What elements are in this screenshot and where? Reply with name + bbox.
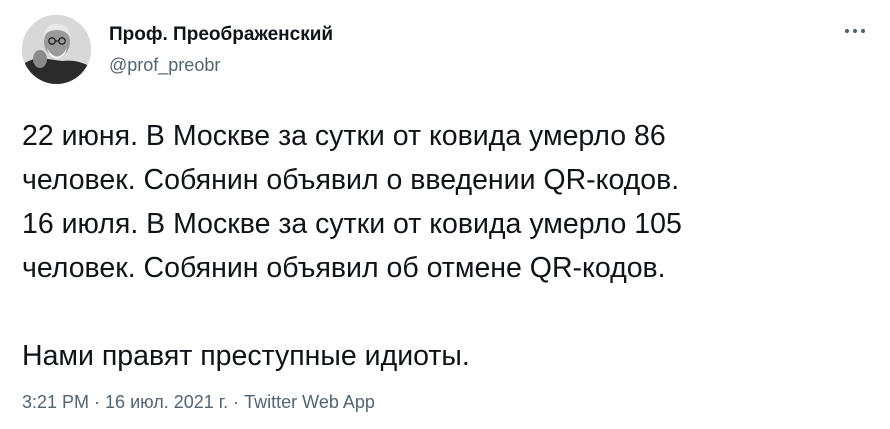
tweet-text-line: человек. Собянин объявил о введении QR-к… xyxy=(22,164,680,196)
meta-separator: · xyxy=(233,392,240,412)
tweet-card: Проф. Преображенский @prof_preobr 22 июн… xyxy=(0,0,890,429)
avatar[interactable] xyxy=(22,15,91,84)
author-handle[interactable]: @prof_preobr xyxy=(109,55,220,76)
more-horizontal-icon xyxy=(844,28,866,34)
tweet-meta: 3:21 PM · 16 июл. 2021 г. · Twitter Web App xyxy=(22,392,375,413)
person-portrait-icon xyxy=(22,15,91,84)
more-options-button[interactable] xyxy=(838,16,872,46)
tweet-text: 22 июня. В Москве за сутки от ковида уме… xyxy=(22,114,872,378)
tweet-text-line: 16 июля. В Москве за сутки от ковида уме… xyxy=(22,208,682,240)
tweet-date-link[interactable]: 16 июл. 2021 г. xyxy=(105,392,228,412)
tweet-time-link[interactable]: 3:21 PM xyxy=(22,392,89,412)
author-name[interactable]: Проф. Преображенский xyxy=(109,24,333,46)
meta-separator: · xyxy=(94,392,101,412)
tweet-text-line: Нами правят преступные идиоты. xyxy=(22,340,470,372)
tweet-source-link[interactable]: Twitter Web App xyxy=(244,392,375,412)
tweet-text-line: человек. Собянин объявил об отмене QR-ко… xyxy=(22,252,666,284)
tweet-text-line: 22 июня. В Москве за сутки от ковида уме… xyxy=(22,120,666,152)
